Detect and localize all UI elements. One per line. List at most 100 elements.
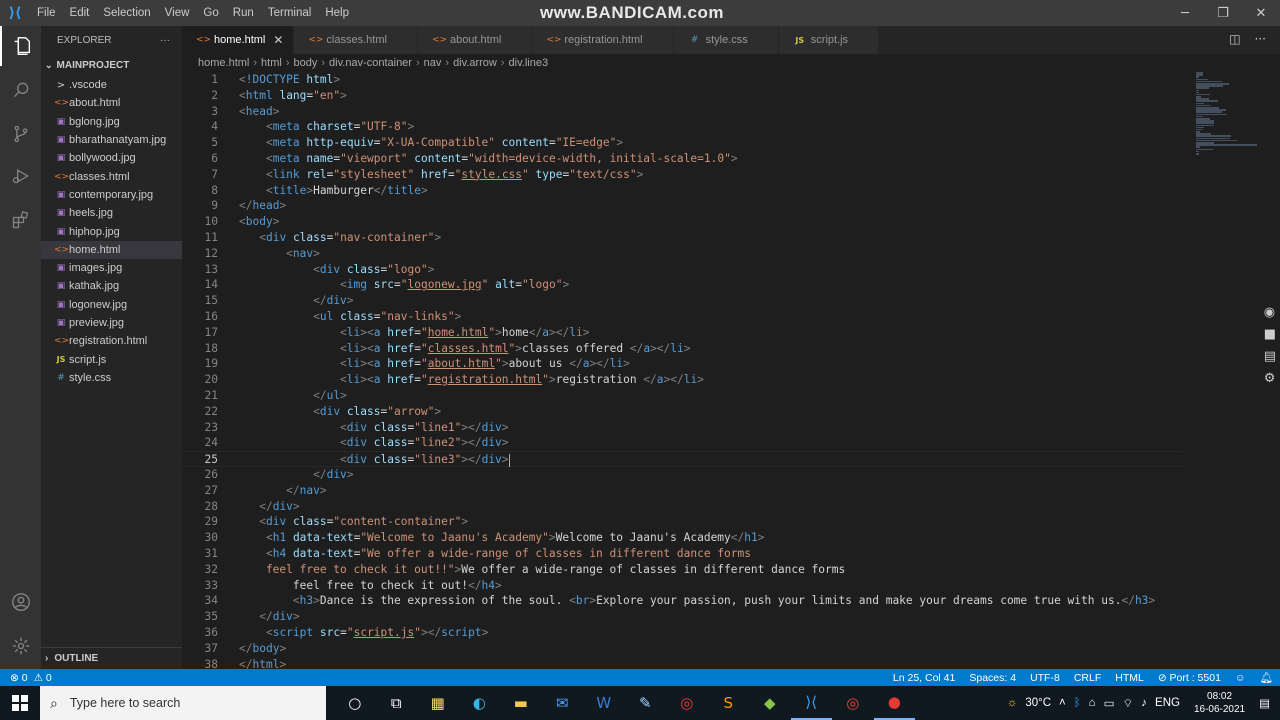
code-editor[interactable]: 38 </html> 37 </body> 36 <script src="script… — [182, 72, 1280, 669]
code-line[interactable]: 7 <link rel="stylesheet" href="style.css… — [182, 167, 1182, 183]
code-line[interactable]: 31 <h4 data-text="We offer a wide-range … — [182, 546, 1182, 562]
notifications-bell-icon[interactable]: 🔔︎ — [1253, 671, 1280, 684]
encoding[interactable]: UTF-8 — [1023, 672, 1067, 684]
code-line[interactable]: 38 </html> — [182, 657, 1182, 669]
errors-count[interactable]: ⊗ 0 — [10, 672, 28, 684]
code-line[interactable]: 10 <body> — [182, 214, 1182, 230]
menu-item-selection[interactable]: Selection — [96, 7, 157, 19]
code-line[interactable]: 30 <h1 data-text="Welcome to Jaanu's Aca… — [182, 530, 1182, 546]
file-item[interactable]: ▣ bglong.jpg — [41, 113, 182, 131]
file-item[interactable]: ▣ hiphop.jpg — [41, 222, 182, 240]
chevron-up-icon[interactable]: ˄ — [1055, 697, 1070, 709]
breadcrumb-item[interactable]: home.html — [198, 57, 249, 69]
notepad-icon[interactable]: ✎ — [625, 686, 667, 720]
code-line[interactable]: 36 <script src="script.js"></script> — [182, 625, 1182, 641]
code-line[interactable]: 11 <div class="nav-container"> — [182, 230, 1182, 246]
menu-item-file[interactable]: File — [30, 7, 63, 19]
account-icon[interactable] — [0, 582, 41, 622]
image-icon[interactable]: ▤ — [1264, 349, 1276, 364]
menu-item-view[interactable]: View — [158, 7, 197, 19]
network-icon[interactable]: ⌂ — [1085, 697, 1100, 709]
code-line[interactable]: 1 <!DOCTYPE html> — [182, 72, 1182, 88]
code-line[interactable]: 25 <div class="line3"></div> — [182, 451, 1182, 467]
live-server-port[interactable]: ⊘ Port : 5501 — [1151, 672, 1228, 684]
file-item[interactable]: > .vscode — [41, 76, 182, 94]
close-window-button[interactable]: ✕ — [1242, 0, 1280, 26]
code-line[interactable]: 34 <h3>Dance is the expression of the so… — [182, 593, 1182, 609]
outline-section[interactable]: › OUTLINE — [41, 647, 182, 669]
tab-style-css[interactable]: # style.css — [673, 26, 779, 54]
bandicam-record-icon[interactable]: ● — [873, 686, 915, 720]
clock[interactable]: 08:02 16-06-2021 — [1184, 690, 1255, 716]
file-explorer-icon[interactable]: ▬ — [500, 686, 542, 720]
run-debug-icon[interactable] — [0, 156, 41, 196]
tab-home-html[interactable]: <> home.html ✕ — [182, 26, 295, 54]
menu-item-go[interactable]: Go — [196, 7, 225, 19]
store-icon[interactable]: ▦ — [417, 686, 459, 720]
tab-classes-html[interactable]: <> classes.html — [294, 26, 418, 54]
feedback-person-icon[interactable]: ☺ — [1228, 672, 1253, 684]
weather-icon[interactable]: ☼ — [1003, 697, 1022, 709]
breadcrumb-item[interactable]: div.arrow — [453, 57, 497, 69]
minimize-button[interactable]: ─ — [1166, 0, 1204, 26]
file-item[interactable]: ▣ contemporary.jpg — [41, 186, 182, 204]
camera-icon[interactable]: ◉ — [1264, 305, 1276, 320]
code-line[interactable]: 32 feel free to check it out!!">We offer… — [182, 562, 1182, 578]
search-icon[interactable] — [0, 70, 41, 110]
sublime-icon[interactable]: S — [708, 686, 750, 720]
temperature[interactable]: 30°C — [1021, 697, 1055, 709]
code-line[interactable]: 26 </div> — [182, 467, 1182, 483]
code-line[interactable]: 8 <title>Hamburger</title> — [182, 183, 1182, 199]
chrome-icon[interactable]: ◎ — [832, 686, 874, 720]
battery-icon[interactable]: ▭ — [1100, 696, 1119, 710]
code-line[interactable]: 3 <head> — [182, 104, 1182, 120]
tab-about-html[interactable]: <> about.html — [417, 26, 533, 54]
code-line[interactable]: 2 <html lang="en"> — [182, 88, 1182, 104]
file-item[interactable]: ▣ logonew.jpg — [41, 296, 182, 314]
extensions-icon[interactable] — [0, 200, 41, 240]
code-line[interactable]: 22 <div class="arrow"> — [182, 404, 1182, 420]
code-line[interactable]: 35 </div> — [182, 609, 1182, 625]
file-item[interactable]: ▣ heels.jpg — [41, 204, 182, 222]
code-line[interactable]: 17 <li><a href="home.html">home</a></li> — [182, 325, 1182, 341]
code-line[interactable]: 23 <div class="line1"></div> — [182, 420, 1182, 436]
code-line[interactable]: 13 <div class="logo"> — [182, 262, 1182, 278]
code-line[interactable]: 28 </div> — [182, 499, 1182, 515]
indentation[interactable]: Spaces: 4 — [962, 672, 1023, 684]
video-icon[interactable]: ■ — [1264, 327, 1276, 342]
notification-center-icon[interactable]: ▤ — [1255, 696, 1280, 710]
code-line[interactable]: 4 <meta charset="UTF-8"> — [182, 119, 1182, 135]
code-line[interactable]: 16 <ul class="nav-links"> — [182, 309, 1182, 325]
cursor-position[interactable]: Ln 25, Col 41 — [886, 672, 962, 684]
menu-item-terminal[interactable]: Terminal — [261, 7, 318, 19]
file-item[interactable]: ▣ images.jpg — [41, 259, 182, 277]
breadcrumb-item[interactable]: div.nav-container — [329, 57, 412, 69]
language-mode[interactable]: HTML — [1108, 672, 1151, 684]
code-line[interactable]: 9 </head> — [182, 198, 1182, 214]
explorer-icon[interactable] — [0, 26, 41, 66]
chrome-profile-icon[interactable]: ◎ — [666, 686, 708, 720]
edge-icon[interactable]: ◐ — [459, 686, 501, 720]
code-line[interactable]: 33 feel free to check it out!</h4> — [182, 578, 1182, 594]
code-line[interactable]: 24 <div class="line2"></div> — [182, 435, 1182, 451]
bluestacks-icon[interactable]: ◆ — [749, 686, 791, 720]
task-view-icon[interactable]: ⧉ — [376, 686, 418, 720]
source-control-icon[interactable] — [0, 114, 41, 154]
menu-item-run[interactable]: Run — [226, 7, 261, 19]
wifi-icon[interactable]: ⌔ — [1118, 696, 1137, 711]
end-of-line[interactable]: CRLF — [1067, 672, 1108, 684]
code-line[interactable]: 37 </body> — [182, 641, 1182, 657]
code-line[interactable]: 29 <div class="content-container"> — [182, 514, 1182, 530]
windows-start-icon[interactable] — [0, 686, 40, 720]
tab-registration-html[interactable]: <> registration.html — [532, 26, 674, 54]
code-line[interactable]: 19 <li><a href="about.html">about us </a… — [182, 356, 1182, 372]
code-line[interactable]: 27 </nav> — [182, 483, 1182, 499]
file-item[interactable]: <> home.html — [41, 240, 182, 259]
bluetooth-icon[interactable]: ᛒ — [1070, 697, 1085, 709]
split-editor-icon[interactable]: ◫ — [1229, 32, 1240, 46]
mail-icon[interactable]: ✉ — [542, 686, 584, 720]
minimap[interactable] — [1196, 72, 1266, 155]
taskbar-search-box[interactable]: ⌕ Type here to search — [40, 686, 326, 720]
word-icon[interactable]: W — [583, 686, 625, 720]
manage-gear-icon[interactable] — [0, 626, 41, 666]
